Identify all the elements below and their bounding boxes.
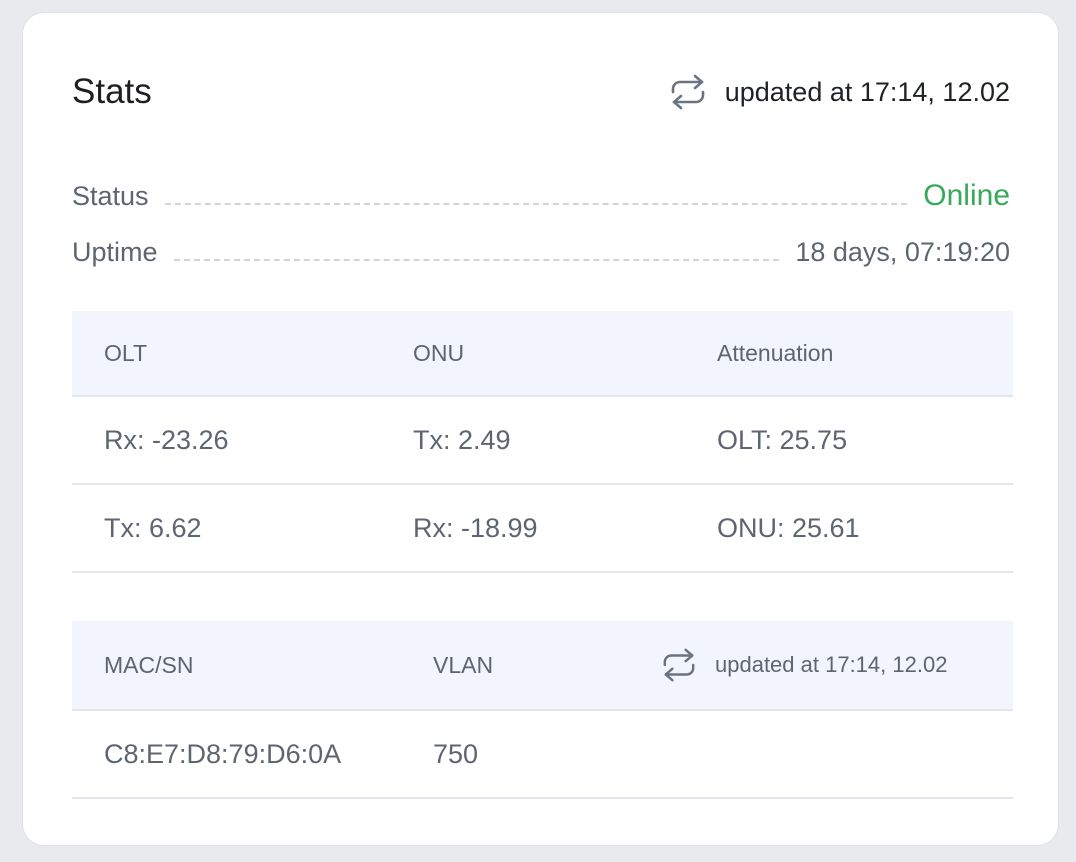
updated-timestamp: updated at 17:14, 12.02	[724, 76, 1010, 107]
uptime-value: 18 days, 07:19:20	[795, 236, 1010, 267]
column-header-attenuation: Attenuation	[685, 311, 1013, 397]
device-table-header: MAC/SN VLAN updated at 17:14, 12.02	[72, 621, 1013, 711]
table-cell: Tx: 2.49	[381, 396, 685, 485]
table-cell: Rx: -23.26	[72, 396, 381, 485]
uptime-label: Uptime	[72, 236, 158, 267]
table-cell: OLT: 25.75	[685, 396, 1013, 485]
device-table-updated-cell: updated at 17:14, 12.02	[629, 621, 1013, 711]
mac-sn-value: C8:E7:D8:79:D6:0A	[72, 710, 401, 799]
signal-table-header: OLT ONU Attenuation	[72, 311, 1013, 397]
vlan-value: 750	[401, 710, 629, 799]
status-label: Status	[72, 180, 149, 211]
device-updated-timestamp: updated at 17:14, 12.02	[715, 652, 948, 677]
signal-table: OLT ONU Attenuation Rx: -23.26 Tx: 2.49 …	[72, 311, 1013, 573]
column-header-vlan: VLAN	[401, 621, 629, 711]
header-updated: updated at 17:14, 12.02	[669, 72, 1010, 112]
card-header: Stats updated at 17:14, 12.02	[72, 65, 1010, 119]
uptime-row: Uptime 18 days, 07:19:20	[72, 229, 1010, 275]
table-row: Tx: 6.62 Rx: -18.99 ONU: 25.61	[72, 484, 1013, 573]
status-leader	[164, 203, 908, 205]
refresh-icon[interactable]	[669, 72, 707, 112]
status-badge: Online	[923, 179, 1010, 212]
table-row: C8:E7:D8:79:D6:0A 750	[72, 710, 1013, 799]
status-row: Status Online	[72, 173, 1010, 219]
table-cell: ONU: 25.61	[685, 484, 1013, 573]
uptime-leader	[173, 259, 780, 261]
column-header-onu: ONU	[381, 311, 685, 397]
table-cell: Rx: -18.99	[381, 484, 685, 573]
refresh-icon[interactable]	[661, 646, 697, 684]
device-table: MAC/SN VLAN updated at 17:14, 12.02 C8:E…	[72, 621, 1013, 799]
stats-card: Stats updated at 17:14, 12.02 Status Onl…	[22, 12, 1059, 846]
table-row: Rx: -23.26 Tx: 2.49 OLT: 25.75	[72, 396, 1013, 485]
device-updated: updated at 17:14, 12.02	[661, 646, 1013, 684]
column-header-olt: OLT	[72, 311, 381, 397]
card-title: Stats	[72, 72, 152, 111]
table-cell: Tx: 6.62	[72, 484, 381, 573]
column-header-mac-sn: MAC/SN	[72, 621, 401, 711]
table-cell-empty	[629, 710, 1013, 799]
